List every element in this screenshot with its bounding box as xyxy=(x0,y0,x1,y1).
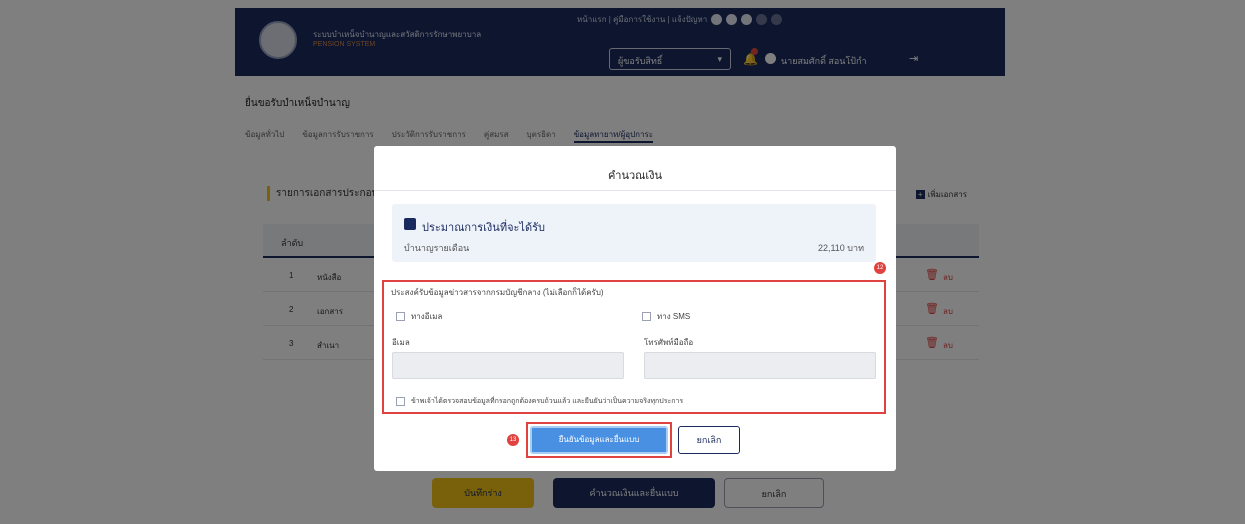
modal-title: คำนวณเงิน xyxy=(607,170,663,182)
email-label: อีเมล xyxy=(392,338,410,347)
agree-row[interactable]: ข้าพเจ้าได้ตรวจสอบข้อมูลที่กรอกถูกต้องคร… xyxy=(396,396,683,407)
option-email-label: ทางอีเมล xyxy=(411,312,443,321)
option-sms[interactable]: ทาง SMS xyxy=(642,310,690,323)
modal-cancel-button[interactable]: ยกเลิก xyxy=(678,426,740,454)
estimate-heading: ประมาณการเงินที่จะได้รับ xyxy=(422,222,545,234)
email-checkbox[interactable] xyxy=(396,312,405,321)
modal-divider xyxy=(374,190,896,191)
estimate-value: 22,110 บาท xyxy=(817,243,864,253)
step-badge: 12 xyxy=(874,262,886,274)
email-field[interactable] xyxy=(392,352,624,379)
phone-label: โทรศัพท์มือถือ xyxy=(644,338,694,347)
option-sms-label: ทาง SMS xyxy=(657,312,691,321)
estimate-label: บำนาญรายเดือน xyxy=(404,243,470,253)
document-icon xyxy=(404,218,416,230)
estimate-box: ประมาณการเงินที่จะได้รับ บำนาญรายเดือน 2… xyxy=(392,204,876,262)
consent-highlight xyxy=(382,280,886,414)
step-badge: 13 xyxy=(507,434,519,446)
calculate-modal: คำนวณเงิน ประมาณการเงินที่จะได้รับ บำนาญ… xyxy=(374,146,896,471)
option-email[interactable]: ทางอีเมล xyxy=(396,310,442,323)
phone-field[interactable] xyxy=(644,352,876,379)
agree-text: ข้าพเจ้าได้ตรวจสอบข้อมูลที่กรอกถูกต้องคร… xyxy=(411,398,684,405)
sms-checkbox[interactable] xyxy=(642,312,651,321)
consent-text: ประสงค์รับข้อมูลข่าวสารจากกรมบัญชีกลาง (… xyxy=(391,288,604,297)
confirm-submit-button[interactable]: ยืนยันข้อมูลและยื่นแบบ xyxy=(530,426,668,454)
agree-checkbox[interactable] xyxy=(396,397,405,406)
